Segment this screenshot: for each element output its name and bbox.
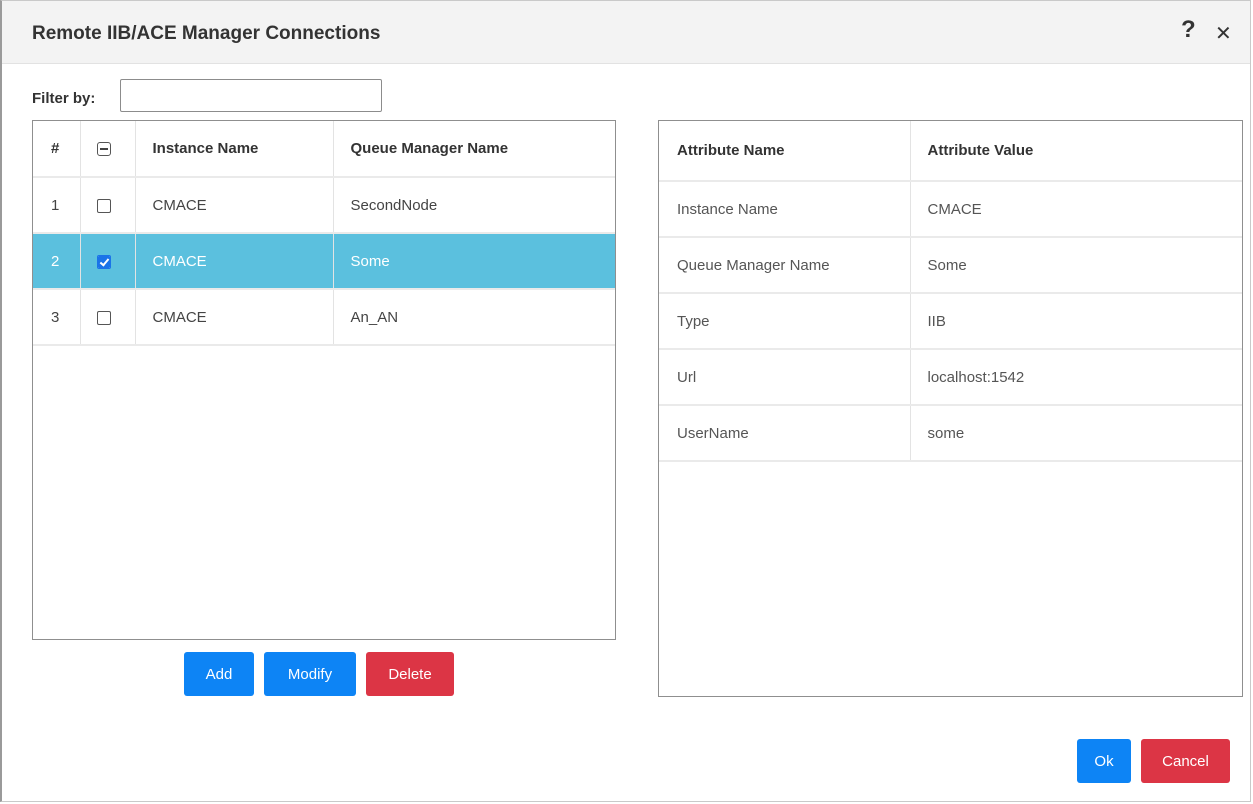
dialog-title: Remote IIB/ACE Manager Connections [32,23,381,44]
row-number: 2 [33,233,81,290]
modify-button[interactable]: Modify [264,652,356,696]
attribute-row: Instance Name CMACE [659,181,1242,238]
close-icon[interactable]: ✕ [1215,21,1232,46]
dialog-titlebar: Remote IIB/ACE Manager Connections ? ✕ [2,1,1250,64]
select-all-checkbox[interactable] [96,142,111,157]
filter-label: Filter by: [32,90,96,107]
attributes-table: Attribute Name Attribute Value Instance … [658,120,1243,697]
row-checkbox-checked[interactable] [96,254,111,269]
attribute-value-cell: CMACE [910,181,1242,238]
attribute-name-cell: Queue Manager Name [659,237,911,294]
attribute-name-cell: Instance Name [659,181,911,238]
add-button[interactable]: Add [184,652,254,696]
column-header-attribute-name: Attribute Name [659,121,911,182]
row-number: 3 [33,289,81,346]
attribute-row: Queue Manager Name Some [659,237,1242,294]
column-header-queue-manager-name[interactable]: Queue Manager Name [333,121,615,178]
column-header-number: # [33,121,81,178]
help-icon[interactable]: ? [1181,16,1196,44]
column-header-attribute-value: Attribute Value [910,121,1242,182]
ok-button[interactable]: Ok [1077,739,1131,783]
attribute-value-cell: Some [910,237,1242,294]
attribute-row: UserName some [659,405,1242,462]
column-header-select-all [80,121,136,178]
attribute-value-cell: some [910,405,1242,462]
attribute-row: Url localhost:1542 [659,349,1242,406]
table-row[interactable]: 3 CMACE An_AN [33,289,615,346]
connections-table-header: # Instance Name Queue Manager Name [33,121,615,178]
attribute-row: Type IIB [659,293,1242,350]
queue-manager-cell: Some [333,233,615,290]
attribute-name-cell: UserName [659,405,911,462]
queue-manager-cell: SecondNode [333,177,615,234]
instance-name-cell: CMACE [135,177,334,234]
row-checkbox[interactable] [96,198,111,213]
connections-table: # Instance Name Queue Manager Name 1 CMA… [32,120,616,640]
attributes-table-header: Attribute Name Attribute Value [659,121,1242,182]
row-checkbox-cell [80,289,136,346]
instance-name-cell: CMACE [135,289,334,346]
table-row[interactable]: 1 CMACE SecondNode [33,177,615,234]
cancel-button[interactable]: Cancel [1141,739,1230,783]
row-checkbox-cell [80,177,136,234]
row-checkbox[interactable] [96,310,111,325]
filter-input[interactable] [120,79,382,112]
queue-manager-cell: An_AN [333,289,615,346]
row-number: 1 [33,177,81,234]
attribute-value-cell: localhost:1542 [910,349,1242,406]
attribute-name-cell: Type [659,293,911,350]
column-header-instance-name[interactable]: Instance Name [135,121,334,178]
instance-name-cell: CMACE [135,233,334,290]
row-checkbox-cell [80,233,136,290]
delete-button[interactable]: Delete [366,652,454,696]
attribute-name-cell: Url [659,349,911,406]
attribute-value-cell: IIB [910,293,1242,350]
remote-manager-connections-dialog: Remote IIB/ACE Manager Connections ? ✕ F… [0,0,1251,802]
table-row-selected[interactable]: 2 CMACE Some [33,233,615,290]
